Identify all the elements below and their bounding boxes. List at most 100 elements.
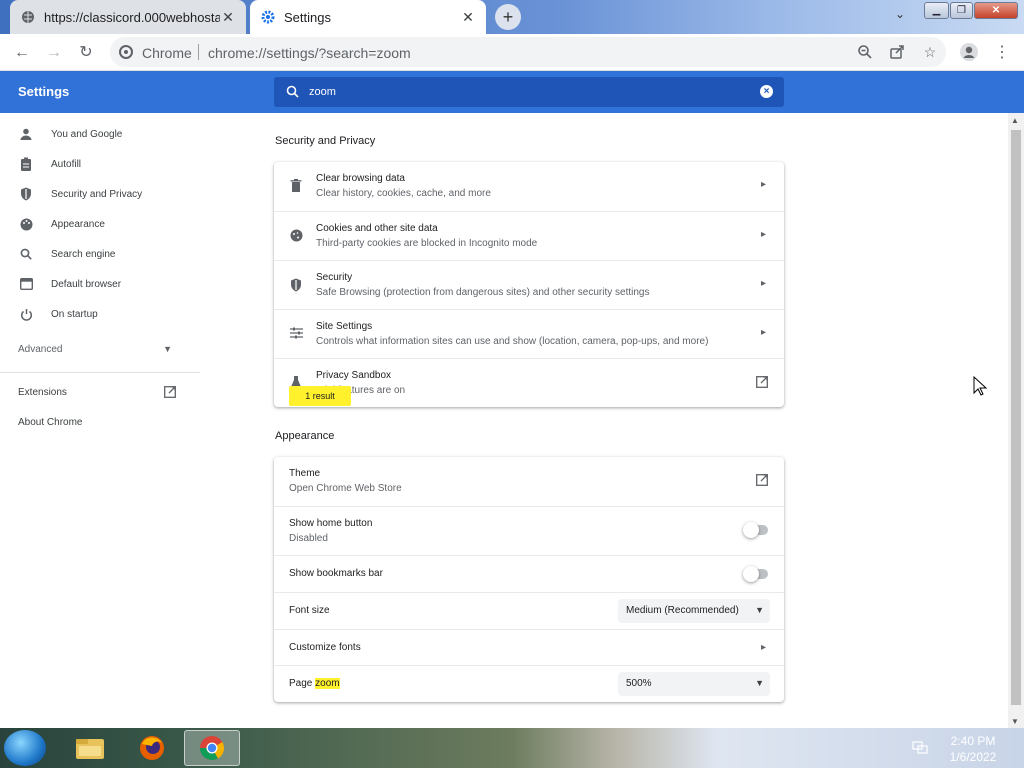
restore-button[interactable]: ❐ (950, 2, 973, 19)
row-title: Show bookmarks bar (289, 568, 383, 579)
row-title: Cookies and other site data (316, 223, 438, 234)
row-title: Show home button (289, 518, 373, 529)
start-button[interactable] (4, 730, 46, 766)
network-tray-icon[interactable] (912, 739, 930, 757)
row-title: Privacy Sandbox (316, 370, 392, 381)
new-tab-button[interactable]: + (495, 4, 521, 30)
shield-icon (290, 278, 304, 292)
row-title: Security (316, 272, 353, 283)
tab-search-chevron-icon[interactable]: ⌄ (890, 7, 910, 27)
row-show-home-button: Show home button Disabled (274, 506, 784, 555)
open-in-new-icon (756, 376, 768, 391)
settings-header: Settings zoom × (0, 71, 1024, 113)
gear-icon (260, 9, 276, 25)
section-title-security: Security and Privacy (275, 135, 376, 147)
back-arrow-icon[interactable]: ← (11, 42, 33, 64)
minimize-button[interactable]: ▁ (924, 2, 949, 19)
url-text[interactable]: chrome://settings/?search=zoom (208, 45, 411, 61)
scroll-down-arrow-icon[interactable]: ▼ (1011, 717, 1019, 726)
chrome-site-icon (119, 45, 133, 59)
security-card: Clear browsing data Clear history, cooki… (274, 162, 784, 407)
scroll-up-arrow-icon[interactable]: ▲ (1011, 116, 1019, 125)
row-subtitle: Controls what information sites can use … (316, 336, 709, 347)
row-title: Clear browsing data (316, 173, 405, 184)
search-icon (286, 85, 299, 101)
tab-title: Settings (284, 9, 331, 25)
row-title: Page zoom (289, 678, 340, 689)
cookie-icon (290, 229, 304, 243)
taskbar-chrome-icon[interactable] (184, 730, 240, 766)
row-title: Customize fonts (289, 642, 361, 653)
chevron-right-icon: ▸ (760, 229, 766, 240)
font-size-select[interactable]: Medium (Recommended) ▼ (618, 599, 770, 623)
tune-sliders-icon (290, 327, 304, 341)
share-icon[interactable] (888, 44, 906, 62)
mouse-pointer-icon (973, 375, 988, 399)
address-bar[interactable]: Chrome chrome://settings/?search=zoom ☆ (110, 37, 946, 67)
row-subtitle: Open Chrome Web Store (289, 483, 402, 494)
row-title: Site Settings (316, 321, 373, 332)
windows-taskbar: 2:40 PM 1/6/2022 (0, 728, 1024, 768)
caret-down-icon: ▼ (755, 605, 764, 615)
appearance-card: Theme Open Chrome Web Store Show home bu… (274, 457, 784, 702)
select-value: Medium (Recommended) (626, 605, 739, 616)
chevron-right-icon: ▸ (760, 642, 766, 653)
menu-kebab-icon[interactable]: ⋮ (991, 42, 1013, 64)
select-value: 500% (626, 678, 652, 689)
divider (198, 44, 199, 60)
clock-date: 1/6/2022 (949, 750, 997, 764)
page-zoom-select[interactable]: 500% ▼ (618, 672, 770, 696)
bookmarks-bar-toggle[interactable] (743, 566, 768, 582)
chevron-right-icon: ▸ (760, 179, 766, 190)
search-highlight: zoom (315, 678, 340, 689)
tab-close-icon[interactable]: ✕ (220, 9, 236, 26)
home-button-toggle[interactable] (743, 522, 768, 538)
settings-main: Security and Privacy Clear browsing data… (0, 113, 1008, 728)
row-show-bookmarks-bar: Show bookmarks bar (274, 555, 784, 592)
zoom-out-icon[interactable] (856, 44, 874, 62)
scrollbar-thumb[interactable] (1011, 130, 1021, 705)
row-cookies[interactable]: Cookies and other site data Third-party … (274, 211, 784, 260)
row-title: Theme (289, 468, 321, 479)
row-subtitle: Clear history, cookies, cache, and more (316, 188, 491, 199)
search-result-bubble: 1 result (289, 386, 351, 406)
clear-search-icon[interactable]: × (760, 85, 773, 98)
row-clear-browsing-data[interactable]: Clear browsing data Clear history, cooki… (274, 162, 784, 211)
label-prefix: Page (289, 678, 316, 689)
trash-icon (290, 179, 304, 193)
taskbar-explorer-icon[interactable] (62, 730, 118, 766)
clock-time: 2:40 PM (950, 734, 996, 748)
row-title: Font size (289, 605, 330, 616)
settings-search-field[interactable]: zoom × (274, 77, 784, 107)
chevron-right-icon: ▸ (760, 327, 766, 338)
search-query[interactable]: zoom (309, 86, 336, 98)
tab-strip: https://classicord.000webhostapp ✕ Setti… (0, 0, 1024, 34)
reload-icon[interactable]: ↻ (75, 42, 97, 64)
caret-down-icon: ▼ (755, 678, 764, 688)
bookmark-star-icon[interactable]: ☆ (921, 44, 939, 62)
browser-toolbar: ← → ↻ Chrome chrome://settings/?search=z… (0, 34, 1024, 71)
forward-arrow-icon[interactable]: → (43, 42, 65, 64)
profile-avatar-icon[interactable] (958, 42, 980, 64)
row-site-settings[interactable]: Site Settings Controls what information … (274, 309, 784, 358)
site-brand: Chrome (142, 45, 192, 61)
taskbar-clock[interactable]: 2:40 PM 1/6/2022 (940, 733, 1006, 765)
close-window-button[interactable]: ✕ (974, 2, 1018, 19)
open-in-new-icon (756, 474, 768, 489)
section-title-appearance: Appearance (275, 430, 335, 442)
tab-title: https://classicord.000webhostapp (44, 9, 220, 25)
chevron-right-icon: ▸ (760, 278, 766, 289)
taskbar-firefox-icon[interactable] (124, 730, 180, 766)
row-security[interactable]: Security Safe Browsing (protection from … (274, 260, 784, 309)
row-subtitle: Disabled (289, 533, 328, 544)
page-title: Settings (18, 84, 70, 99)
globe-icon (20, 9, 36, 25)
tab-close-icon[interactable]: ✕ (460, 9, 476, 26)
page-scrollbar[interactable]: ▲ ▼ (1008, 113, 1024, 728)
tab-classicord[interactable]: https://classicord.000webhostapp ✕ (10, 0, 246, 34)
row-theme[interactable]: Theme Open Chrome Web Store (274, 457, 784, 506)
row-customize-fonts[interactable]: Customize fonts ▸ (274, 629, 784, 665)
row-subtitle: Third-party cookies are blocked in Incog… (316, 238, 538, 249)
row-subtitle: Safe Browsing (protection from dangerous… (316, 287, 650, 298)
tab-settings[interactable]: Settings ✕ (250, 0, 486, 34)
